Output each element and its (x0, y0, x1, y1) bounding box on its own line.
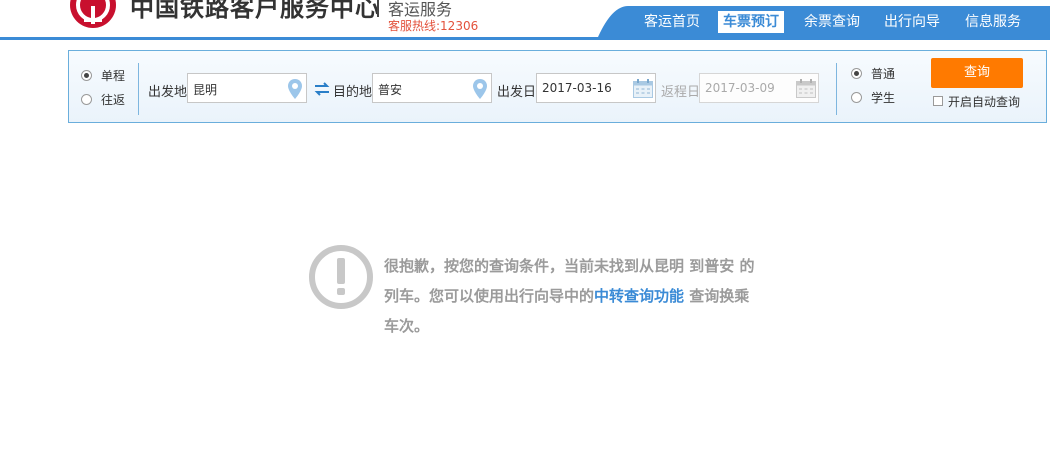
main-nav: 客运首页 车票预订 余票查询 出行向导 信息服务 (598, 6, 1050, 37)
to-label: 目的地 (333, 85, 373, 100)
transfer-query-link[interactable]: 中转查询功能 (594, 287, 684, 305)
separator (836, 63, 837, 115)
railway-logo-icon[interactable] (70, 0, 116, 28)
student-ticket-label: 学生 (871, 91, 896, 105)
message-line-2: 列车。您可以使用出行向导中的 (384, 287, 595, 305)
normal-ticket-radio[interactable] (851, 68, 862, 79)
round-trip-label: 往返 (101, 93, 126, 107)
student-ticket-radio[interactable] (851, 92, 862, 103)
from-station-input[interactable]: 昆明 (187, 73, 307, 103)
header-divider (0, 37, 1050, 40)
nav-item-remaining-tickets[interactable]: 余票查询 (804, 11, 860, 33)
separator (138, 63, 139, 115)
ticket-search-form: 单程 往返 出发地 昆明 目的地 普安 出发日 2017-03-16 返程日 2… (68, 50, 1047, 123)
from-station-value: 昆明 (193, 83, 218, 97)
return-date-value: 2017-03-09 (705, 81, 775, 95)
auto-query-label[interactable]: 开启自动查询 (948, 93, 1020, 110)
swap-icon[interactable] (314, 82, 330, 96)
one-way-label: 单程 (101, 69, 126, 83)
to-station-value: 普安 (378, 83, 403, 97)
location-pin-icon[interactable] (288, 79, 302, 99)
to-station-input[interactable]: 普安 (372, 73, 492, 103)
hotline-text: 客服热线:12306 (388, 19, 479, 33)
nav-item-booking[interactable]: 车票预订 (718, 11, 784, 33)
normal-ticket-label: 普通 (871, 67, 896, 81)
return-date-label: 返程日 (661, 85, 701, 100)
title-divider (377, 0, 379, 17)
message-line-3: 车次。 (384, 317, 430, 335)
auto-query-checkbox[interactable] (933, 96, 943, 106)
message-line-1: 很抱歉，按您的查询条件，当前未找到从昆明 到普安 的 (384, 257, 755, 275)
no-result-message: 很抱歉，按您的查询条件，当前未找到从昆明 到普安 的 列车。您可以使用出行向导中… (384, 251, 809, 341)
nav-item-home[interactable]: 客运首页 (644, 11, 700, 33)
depart-date-label: 出发日 (497, 85, 537, 100)
exclamation-icon (309, 245, 373, 309)
round-trip-radio[interactable] (81, 94, 92, 105)
calendar-icon[interactable] (796, 79, 816, 98)
location-pin-icon[interactable] (473, 79, 487, 99)
header: 中国铁路客户服务中心 客运服务 客服热线:12306 客运首页 车票预订 余票查… (0, 0, 1050, 40)
calendar-icon[interactable] (633, 79, 653, 98)
depart-date-input[interactable]: 2017-03-16 (536, 73, 656, 103)
from-label: 出发地 (148, 85, 188, 100)
query-button[interactable]: 查询 (931, 58, 1023, 88)
one-way-radio[interactable] (81, 70, 92, 81)
message-line-2-suffix: 查询换乘 (684, 287, 750, 305)
nav-item-info-service[interactable]: 信息服务 (965, 11, 1021, 33)
return-date-input[interactable]: 2017-03-09 (699, 73, 819, 103)
depart-date-value: 2017-03-16 (542, 81, 612, 95)
site-title: 中国铁路客户服务中心 (130, 0, 380, 22)
nav-item-travel-guide[interactable]: 出行向导 (884, 11, 940, 33)
